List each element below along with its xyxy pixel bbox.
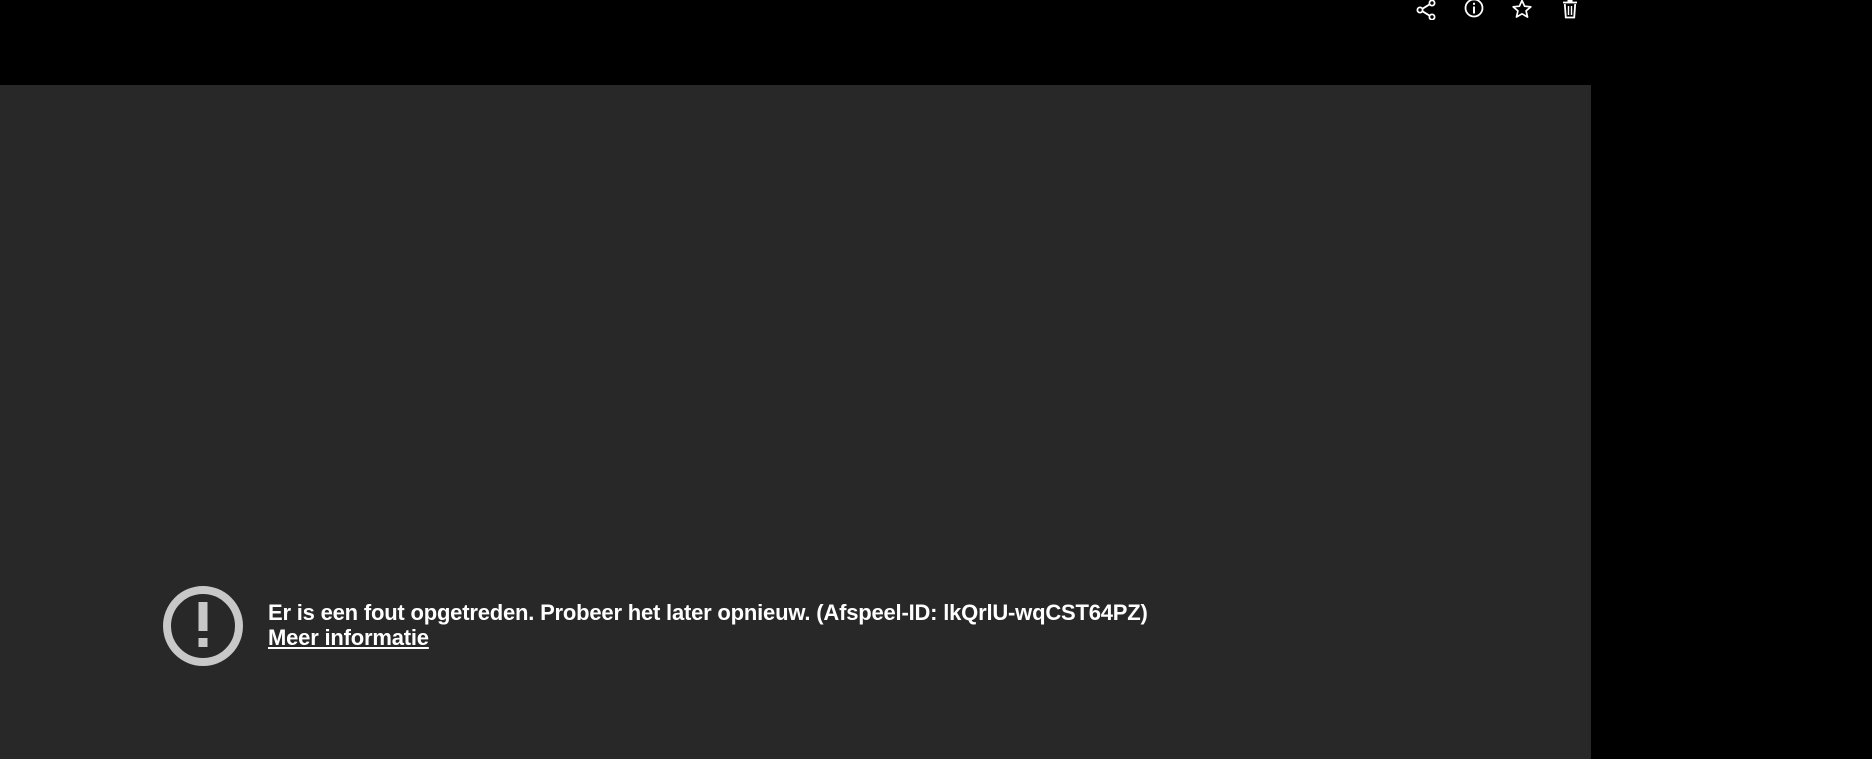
more-info-link[interactable]: Meer informatie	[268, 625, 429, 650]
share-button[interactable]	[1410, 0, 1442, 20]
info-button[interactable]	[1458, 0, 1490, 20]
viewer-page: Er is een fout opgetreden. Probeer het l…	[0, 0, 1872, 759]
info-icon	[1464, 0, 1484, 18]
error-message: Er is een fout opgetreden. Probeer het l…	[268, 600, 1148, 625]
error-message-container: Er is een fout opgetreden. Probeer het l…	[268, 600, 1148, 650]
alert-circle-icon	[163, 586, 243, 666]
star-icon	[1512, 0, 1532, 18]
share-icon	[1416, 0, 1436, 20]
delete-button[interactable]	[1554, 0, 1586, 20]
trash-icon	[1563, 0, 1577, 19]
favorite-button[interactable]	[1506, 0, 1538, 20]
playback-error: Er is een fout opgetreden. Probeer het l…	[162, 585, 1148, 667]
video-player[interactable]: Er is een fout opgetreden. Probeer het l…	[0, 85, 1591, 759]
